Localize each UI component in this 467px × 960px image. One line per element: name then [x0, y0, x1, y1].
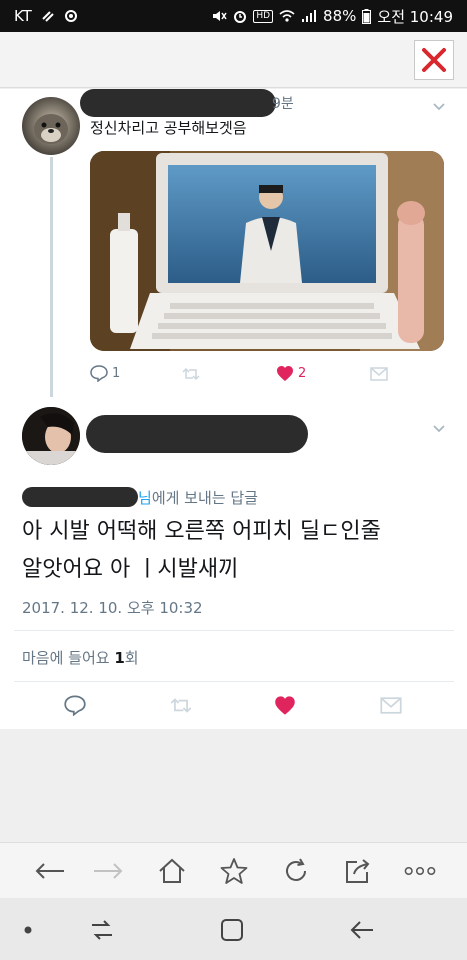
likes-count: 1: [114, 649, 125, 667]
top-bar: [0, 32, 467, 88]
arrow-right-icon: [94, 863, 123, 879]
arrow-left-icon: [35, 863, 64, 879]
heart-icon: [275, 696, 295, 715]
tweet-thread: 9분 정신차리고 공부해보겟음 1 2 님에게 보내는 답글 아 시발 어떡해 …: [0, 89, 467, 729]
tweet-text: 아 시발 어떡해 오른쪽 어피치 딜ㄷ인줄 알앗어요 아 ㅣ시발새끼: [22, 513, 442, 589]
retweet-button[interactable]: [182, 367, 200, 381]
profile-photo: [22, 407, 80, 465]
redacted-reply-handle: [22, 487, 138, 507]
signal-icon: [302, 10, 317, 22]
clock: 오전 10:49: [377, 7, 453, 26]
chevron-down-icon[interactable]: [433, 101, 445, 113]
chevron-down-icon[interactable]: [433, 423, 445, 435]
reply-icon: [64, 695, 86, 716]
star-icon: [220, 858, 248, 884]
refresh-button[interactable]: [280, 855, 312, 887]
retweet-button[interactable]: [170, 697, 192, 714]
system-nav-bar: [0, 898, 467, 960]
likes-summary[interactable]: 마음에 들어요 1회: [22, 647, 139, 668]
tweet-photo[interactable]: [90, 151, 444, 351]
laptop-photo: [90, 151, 444, 351]
reply-button[interactable]: 1: [90, 365, 120, 382]
tweet-text-line: 알앗어요 아 ㅣ시발새끼: [22, 557, 239, 582]
tweet-timestamp: 2017. 12. 10. 오후 10:32: [22, 599, 203, 617]
like-button[interactable]: [274, 695, 296, 716]
browser-toolbar: [0, 842, 467, 898]
thread-line: [50, 157, 53, 397]
redacted-username: [80, 89, 276, 117]
mail-icon: [370, 367, 388, 381]
message-button[interactable]: [380, 697, 402, 714]
settings-icon: [64, 10, 77, 22]
heart-icon: [277, 366, 293, 381]
recent-apps-icon: [92, 920, 112, 940]
home-nav-button[interactable]: [218, 916, 246, 944]
message-button[interactable]: [370, 367, 388, 381]
reply-count: 1: [112, 366, 121, 381]
tweet-text-line: 아 시발 어떡해 오른쪽 어피치 딜ㄷ인줄: [22, 519, 381, 544]
avatar[interactable]: [22, 97, 80, 155]
back-button[interactable]: [34, 855, 66, 887]
back-arrow-icon: [350, 921, 373, 939]
divider: [14, 630, 454, 631]
home-button[interactable]: [156, 855, 188, 887]
alarm-icon: [234, 11, 247, 23]
battery-icon: [362, 8, 372, 24]
home-icon: [159, 858, 185, 883]
reply-to-suffix: 에게 보내는 답글: [151, 489, 258, 507]
battery-percent: 88%: [323, 7, 357, 25]
more-button[interactable]: [404, 855, 436, 887]
close-button[interactable]: [414, 40, 454, 80]
dot-icon: [24, 926, 32, 934]
more-icon: [404, 866, 436, 876]
forward-button[interactable]: [92, 855, 124, 887]
share-icon: [346, 859, 370, 883]
carrier-label: KT: [14, 7, 32, 25]
divider: [14, 681, 454, 682]
reply-to-nim: 님: [138, 489, 152, 507]
mail-icon: [380, 697, 402, 714]
tweet-text: 정신차리고 공부해보겟음: [90, 119, 247, 137]
refresh-icon: [286, 858, 306, 881]
close-icon: [422, 48, 446, 72]
back-nav-button[interactable]: [348, 916, 376, 944]
status-bar: KT HD 88% 오전 10:49: [0, 0, 467, 32]
recent-apps-button[interactable]: [88, 916, 116, 944]
likes-label: 마음에 들어요: [22, 649, 110, 667]
bookmark-button[interactable]: [218, 855, 250, 887]
otter-photo: [34, 114, 68, 144]
square-icon: [221, 919, 243, 941]
mute-icon: [213, 11, 227, 21]
hd-badge: HD: [253, 9, 274, 23]
reply-to-label: 님에게 보내는 답글: [138, 487, 258, 508]
reply-icon: [90, 365, 108, 382]
nav-dot[interactable]: [14, 916, 42, 944]
like-count: 2: [298, 366, 307, 381]
reply-button[interactable]: [64, 695, 86, 716]
retweet-icon: [170, 698, 192, 713]
share-button[interactable]: [342, 855, 374, 887]
wifi-icon: [279, 10, 295, 22]
redacted-username: [86, 415, 308, 453]
link-icon: [42, 11, 54, 22]
avatar[interactable]: [22, 407, 80, 465]
like-button[interactable]: 2: [276, 365, 306, 382]
likes-unit: 회: [124, 649, 139, 667]
retweet-icon: [182, 367, 200, 381]
tweet-time: 9분: [272, 96, 294, 112]
